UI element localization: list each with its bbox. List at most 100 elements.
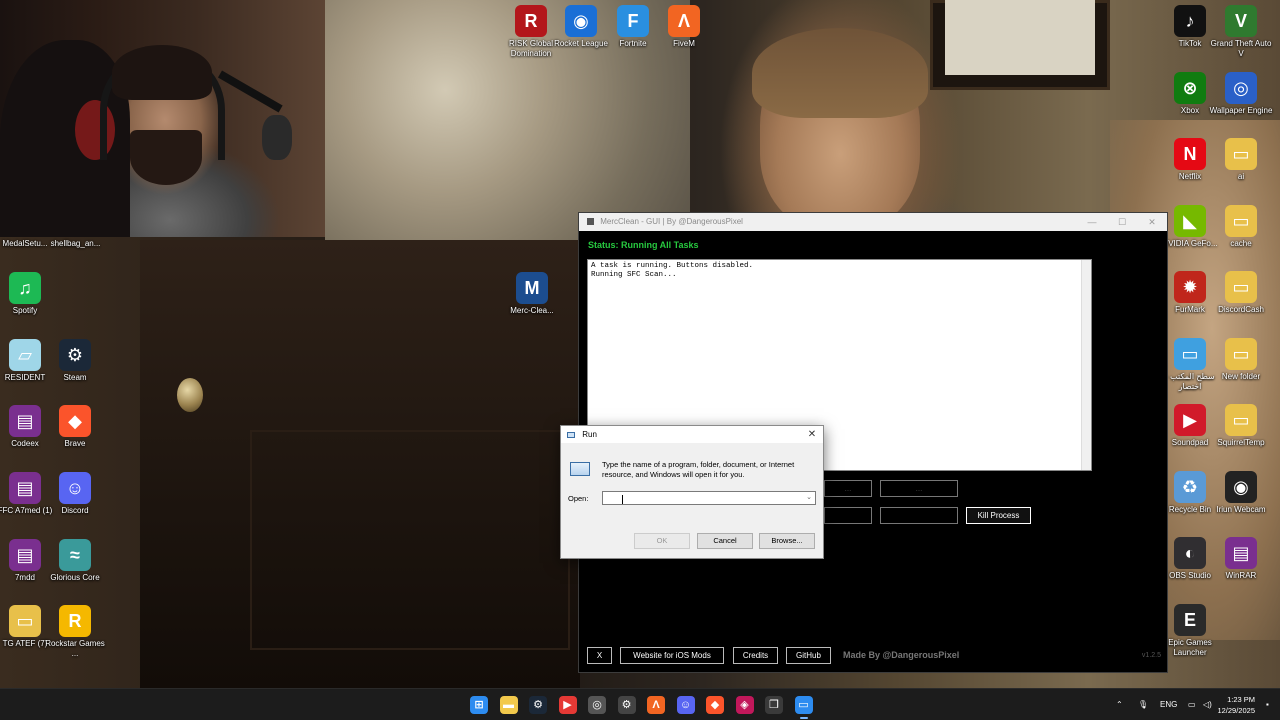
rockstar-games-app-icon: R xyxy=(59,605,91,637)
desktop-icon-ai[interactable]: ▭ ai xyxy=(1209,138,1273,182)
open-label: Open: xyxy=(568,494,589,503)
taskbar-vs-code-icon[interactable]: ◈ xyxy=(735,696,754,714)
wallpaper-door-knob xyxy=(177,378,203,412)
spotify-app-icon: ♫ xyxy=(9,272,41,304)
browse-button[interactable]: Browse... xyxy=(759,533,815,549)
taskbar-steam-icon[interactable]: ⚙ xyxy=(529,696,547,714)
github-button[interactable]: GitHub xyxy=(786,647,831,664)
desktop-icon-cache[interactable]: ▭ cache xyxy=(1209,204,1273,249)
taskbar-start-icon[interactable]: ⊞ xyxy=(470,696,488,714)
run-dialog-titlebar[interactable]: Run ✕ xyxy=(561,426,823,443)
glorious-core-app-icon: ≈ xyxy=(59,539,91,571)
desktop-icon-fivem[interactable]: Λ FiveM xyxy=(652,5,716,49)
winrar-app-icon: ▤ xyxy=(1225,537,1257,569)
notification-icon[interactable]: ▪ xyxy=(1266,689,1269,720)
clock-time: 1:23 PM xyxy=(1227,695,1255,704)
desktop-icon-label: Spotify xyxy=(12,306,38,315)
merc-task-button-partial[interactable]: ... xyxy=(824,480,872,497)
desktop-icon-steam[interactable]: ⚙ Steam xyxy=(43,339,107,383)
desktop-icon-label: Glorious Core xyxy=(50,573,100,582)
microphone-tray-icon[interactable]: 🎙 xyxy=(1138,689,1148,720)
desktop-icon-grand-theft-auto-v[interactable]: V Grand Theft Auto V xyxy=(1209,5,1273,59)
wallpaper-door-panel xyxy=(250,430,570,650)
language-indicator[interactable]: ENG xyxy=(1160,689,1177,720)
taskbar-fivem-icon[interactable]: Λ xyxy=(647,696,665,714)
desktop-icon-label: Wallpaper Engine xyxy=(1209,105,1273,115)
merc-task-button[interactable] xyxy=(880,507,958,524)
run-program-icon xyxy=(570,462,590,476)
cancel-button[interactable]: Cancel xyxy=(697,533,753,549)
desktop-icon-label: Iriun Webcam xyxy=(1216,504,1266,514)
wallpaper-diploma xyxy=(945,0,1095,75)
desktop-icon-discordcash[interactable]: ▭ DiscordCash xyxy=(1209,271,1273,315)
taskbar-brave-icon[interactable]: ◆ xyxy=(706,696,724,714)
credits-button[interactable]: Credits xyxy=(733,647,778,664)
desktop-icon-shellbag[interactable]: shellbag_an... xyxy=(48,239,103,249)
ai-app-icon: ▭ xyxy=(1225,138,1257,170)
chevron-down-icon[interactable]: ⌄ xyxy=(806,492,812,504)
volume-icon[interactable]: ◁) xyxy=(1203,689,1212,720)
desktop-icon-rockstar-games[interactable]: R Rockstar Games ... xyxy=(43,605,107,659)
close-x-button[interactable]: X xyxy=(587,647,612,664)
chevron-up-icon[interactable]: ⌃ xyxy=(1116,689,1123,720)
grand-theft-auto-v-app-icon: V xyxy=(1225,5,1257,37)
steam-app-icon: ⚙ xyxy=(59,339,91,371)
fivem-app-icon: Λ xyxy=(668,5,700,37)
app-icon xyxy=(587,218,594,226)
close-icon[interactable]: ✕ xyxy=(805,426,819,443)
taskbar-settings-icon[interactable]: ⚙ xyxy=(617,696,636,714)
website-ios-mods-button[interactable]: Website for iOS Mods xyxy=(620,647,724,664)
taskbar-chrome-icon[interactable]: ◎ xyxy=(588,696,606,714)
desktop-icon-spotify[interactable]: ♫ Spotify xyxy=(0,272,57,316)
furmark-app-icon: ✹ xyxy=(1174,271,1206,303)
desktop-icon-brave[interactable]: ◆ Brave xyxy=(43,405,107,449)
taskbar-merc-clean-icon[interactable]: ▭ xyxy=(794,696,813,719)
close-icon[interactable]: ✕ xyxy=(1137,213,1167,231)
desktop-icon-new-folder[interactable]: ▭ New folder xyxy=(1209,337,1273,382)
system-clock[interactable]: 1:23 PM 12/29/2025 xyxy=(1217,694,1255,716)
desktop-icon-winrar[interactable]: ▤ WinRAR xyxy=(1209,537,1273,581)
log-scrollbar[interactable] xyxy=(1081,260,1091,470)
desktop-icon-label: Merc-Clea... xyxy=(510,306,554,315)
desktop-icon-label: Rockstar Games ... xyxy=(45,639,105,658)
kill-process-button[interactable]: Kill Process xyxy=(966,507,1031,524)
taskbar-file-explorer-icon[interactable]: ▬ xyxy=(499,696,518,714)
maximize-icon[interactable]: ☐ xyxy=(1107,213,1137,231)
merc-window-titlebar[interactable]: MercClean - GUI | By @DangerousPixel — ☐… xyxy=(579,213,1167,231)
run-app-icon xyxy=(567,431,575,438)
desktop-icon-glorious-core[interactable]: ≈ Glorious Core xyxy=(43,539,107,583)
desktop-icon-wallpaper-engine[interactable]: ◎ Wallpaper Engine xyxy=(1209,71,1273,116)
discordcash-app-icon: ▭ xyxy=(1225,271,1257,303)
7mdd-app-icon: ▤ xyxy=(9,539,41,571)
merc-window-title: MercClean - GUI | By @DangerousPixel xyxy=(600,217,743,226)
soundpad-app-icon: ▶ xyxy=(1174,404,1206,436)
network-icon[interactable]: ▭ xyxy=(1188,689,1196,720)
open-input[interactable]: ⌄ xyxy=(602,491,816,505)
risk-global-domination-app-icon: R xyxy=(515,5,547,37)
tiktok-app-icon: ♪ xyxy=(1174,5,1206,37)
run-description: Type the name of a program, folder, docu… xyxy=(602,460,795,479)
run-dialog: Run ✕ Type the name of a program, folder… xyxy=(560,425,824,559)
taskbar-discord-icon[interactable]: ☺ xyxy=(676,696,695,714)
desktop-icon-squirreltemp[interactable]: ▭ SquirrelTemp xyxy=(1209,404,1273,448)
run-dialog-title: Run xyxy=(582,430,597,439)
desktop-icon-merc-clean[interactable]: M Merc-Clea... xyxy=(500,272,564,316)
merc-task-button[interactable]: ... xyxy=(880,480,958,497)
desktop-icon-label: Discord xyxy=(61,506,89,515)
minimize-icon[interactable]: — xyxy=(1077,213,1107,231)
nvidia-gefo-app-icon: ◣ xyxy=(1174,204,1206,237)
taskbar-task-view-icon[interactable]: ❐ xyxy=(765,696,783,714)
discord-app-icon: ☺ xyxy=(59,472,91,504)
ok-button-label: OK xyxy=(656,536,668,545)
desktop-icon-discord[interactable]: ☺ Discord xyxy=(43,472,107,516)
browse-button-label: Browse... xyxy=(771,536,803,545)
ok-button[interactable]: OK xyxy=(634,533,690,549)
made-by-text: Made By @DangerousPixel xyxy=(843,650,960,660)
merc-task-button-partial[interactable] xyxy=(824,507,872,524)
desktop-icon-label: shellbag_an... xyxy=(50,239,101,248)
clock-date: 12/29/2025 xyxy=(1217,706,1255,715)
desktop-icon-medal-setup[interactable]: MedalSetu... xyxy=(0,239,50,249)
desktop-icon-iriun-webcam[interactable]: ◉ Iriun Webcam xyxy=(1209,470,1273,515)
webcam-beard xyxy=(130,130,202,185)
taskbar-youtube-icon[interactable]: ▶ xyxy=(558,696,577,714)
